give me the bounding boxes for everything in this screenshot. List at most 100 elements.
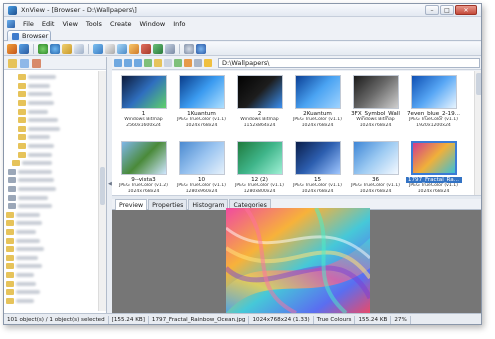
tree-item[interactable] (4, 159, 98, 168)
tag-icon[interactable] (174, 59, 182, 67)
tree-item[interactable] (4, 219, 98, 228)
print-icon[interactable] (105, 43, 115, 54)
thumbnail-item[interactable]: 9--vista3 JPEG TrueColor (v1.2) 1024x768x2… (117, 141, 170, 195)
tree-item[interactable] (4, 202, 98, 211)
tree-item[interactable] (4, 176, 98, 185)
tab-preview[interactable]: Preview (115, 199, 148, 210)
tree-item[interactable] (4, 82, 98, 91)
folder-tree[interactable] (4, 71, 98, 311)
menu-edit[interactable]: Edit (38, 20, 59, 28)
browser-icon[interactable] (7, 43, 17, 54)
thumbnail-image[interactable] (120, 141, 167, 175)
contact-sheet-icon[interactable] (165, 43, 175, 54)
tab-browser[interactable]: Browser (7, 30, 51, 41)
tree-item[interactable] (4, 185, 98, 194)
thumbnail-image[interactable] (178, 75, 225, 109)
thumbnail-item[interactable]: 12 (2) JPEG TrueColor (v1.1) 1280x800x24 (233, 141, 286, 195)
thumbnail-item[interactable]: 2 Windows Bitmap 1152x864x24 (233, 75, 286, 139)
maximize-button[interactable]: □ (440, 5, 454, 15)
tree-item[interactable] (4, 73, 98, 82)
view-mode-icon[interactable] (93, 43, 103, 54)
thumbnail-item[interactable]: 1 Windows Bitmap 2560x1600x24 (117, 75, 170, 139)
tree-item[interactable] (4, 253, 98, 262)
folder-tree-scrollbar[interactable] (98, 71, 106, 311)
thumbnail-image[interactable] (352, 141, 399, 175)
thumbnail-image[interactable] (410, 75, 457, 109)
thumbnail-image[interactable] (236, 75, 283, 109)
scroll-thumb[interactable] (476, 73, 481, 95)
folders-icon[interactable] (20, 58, 29, 68)
favorite-star-icon[interactable] (204, 59, 212, 67)
slideshow-icon[interactable] (117, 43, 127, 54)
go-icon[interactable] (144, 59, 152, 67)
thumbnail-item[interactable]: 7even_blue_2-19... JPEG TrueColor (v1.1) 1… (407, 75, 460, 139)
back-icon[interactable] (114, 59, 122, 67)
thumbnail-item[interactable]: 3FX_Symbol_Wall Windows Bitmap 1024x768x24 (349, 75, 402, 139)
forward-icon[interactable] (124, 59, 132, 67)
thumbnail-image[interactable] (294, 141, 341, 175)
view-icon[interactable] (164, 59, 172, 67)
settings-gear-icon[interactable] (184, 43, 194, 54)
up-folder-icon[interactable] (134, 59, 142, 67)
browser-scrollbar[interactable] (474, 71, 481, 195)
thumbnail-item[interactable]: 1797_Fractal_Ra... JPEG TrueColor (v1.1) 1… (405, 141, 462, 195)
thumbnail-item[interactable]: 10 JPEG TrueColor (v1.1) 1280x960x24 (175, 141, 228, 195)
tree-item[interactable] (4, 99, 98, 108)
tree-item[interactable] (4, 271, 98, 280)
filter-icon[interactable] (184, 59, 192, 67)
document-menu-icon[interactable] (7, 19, 15, 28)
copy-icon[interactable] (74, 43, 84, 54)
favorites-icon[interactable] (8, 58, 17, 68)
menu-window[interactable]: Window (136, 20, 170, 28)
tree-item[interactable] (4, 150, 98, 159)
thumbnail-image[interactable] (352, 75, 399, 109)
menu-file[interactable]: File (19, 20, 38, 28)
menu-tools[interactable]: Tools (82, 20, 106, 28)
tab-histogram[interactable]: Histogram (188, 199, 229, 210)
thumbnail-image[interactable] (178, 141, 225, 175)
thumbnail-item[interactable]: 15 JPEG TrueColor (v1.1) 1024x768x24 (291, 141, 344, 195)
minimize-button[interactable]: – (425, 5, 439, 15)
tab-properties[interactable]: Properties (148, 199, 188, 210)
about-info-icon[interactable] (196, 43, 206, 54)
menu-create[interactable]: Create (106, 20, 136, 28)
thumbnail-browser[interactable]: 1 Windows Bitmap 2560x1600x24 1Kuantum JPEG … (112, 71, 481, 195)
globe-icon[interactable] (50, 43, 60, 54)
thumbnail-image[interactable] (120, 75, 167, 109)
menu-info[interactable]: Info (169, 20, 189, 28)
categories-icon[interactable] (32, 58, 41, 68)
tree-item[interactable] (4, 228, 98, 237)
web-page-icon[interactable] (153, 43, 163, 54)
tree-item[interactable] (4, 90, 98, 99)
thumbnail-item[interactable]: 36 JPEG TrueColor (v1.1) 1024x768x24 (349, 141, 402, 195)
tree-item[interactable] (4, 288, 98, 297)
thumbnail-image[interactable] (294, 75, 341, 109)
tree-item[interactable] (4, 236, 98, 245)
thumbnail-item[interactable]: 2Kuantum JPEG TrueColor (v1.1) 1024x768x24 (291, 75, 344, 139)
tree-item[interactable] (4, 245, 98, 254)
tree-item[interactable] (4, 125, 98, 134)
tree-item[interactable] (4, 193, 98, 202)
tree-item[interactable] (4, 133, 98, 142)
path-input[interactable]: D:\Wallpapers\ (218, 58, 480, 68)
tree-item[interactable] (4, 107, 98, 116)
tree-item[interactable] (4, 116, 98, 125)
tree-item[interactable] (4, 279, 98, 288)
sort-icon[interactable] (194, 59, 202, 67)
menu-view[interactable]: View (58, 20, 81, 28)
capture-icon[interactable] (141, 43, 151, 54)
tree-item[interactable] (4, 296, 98, 305)
thumbnail-image[interactable] (236, 141, 283, 175)
tree-item[interactable] (4, 142, 98, 151)
thumbnail-image[interactable] (410, 141, 457, 175)
close-button[interactable]: ✕ (455, 5, 477, 15)
open-folder-icon[interactable] (62, 43, 72, 54)
convert-icon[interactable] (129, 43, 139, 54)
tree-item[interactable] (4, 211, 98, 220)
thumbnail-item[interactable]: 1Kuantum JPEG TrueColor (v1.1) 1024x768x24 (175, 75, 228, 139)
fullscreen-icon[interactable] (19, 43, 29, 54)
tree-item[interactable] (4, 262, 98, 271)
tree-item[interactable] (4, 168, 98, 177)
new-folder-icon[interactable] (154, 59, 162, 67)
scroll-thumb[interactable] (100, 167, 105, 205)
